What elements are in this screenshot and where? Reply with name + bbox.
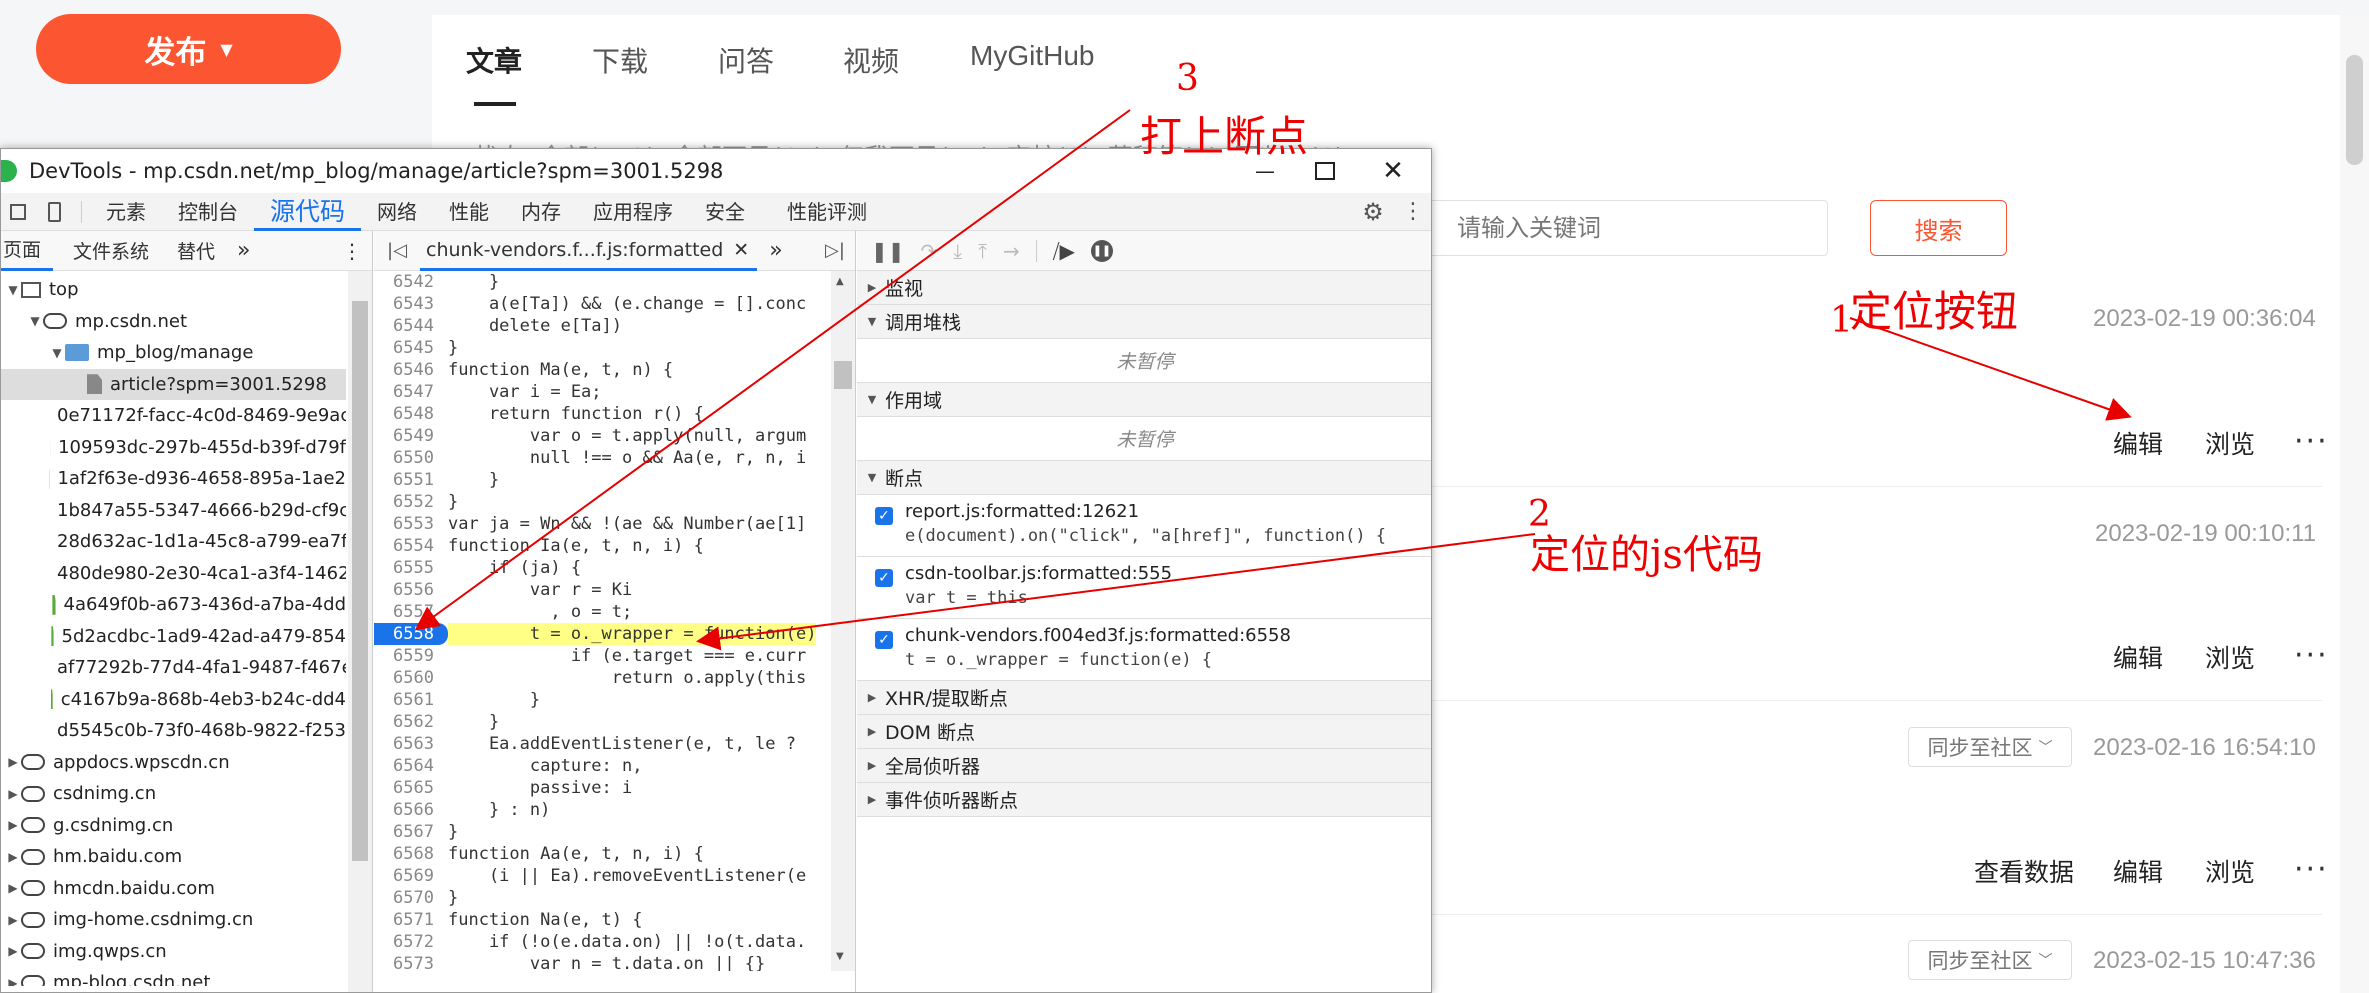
annotation-3-text: 打上断点 [1140,112,1309,161]
annotation-3-number: 3 [1176,58,1199,99]
arrow-to-breakpoint [414,109,1131,631]
annotation-1-text: 定位按钮 [1850,287,2019,336]
arrow-to-js-code [696,533,1536,651]
annotation-2-text: 定位的js代码 [1530,532,1763,578]
